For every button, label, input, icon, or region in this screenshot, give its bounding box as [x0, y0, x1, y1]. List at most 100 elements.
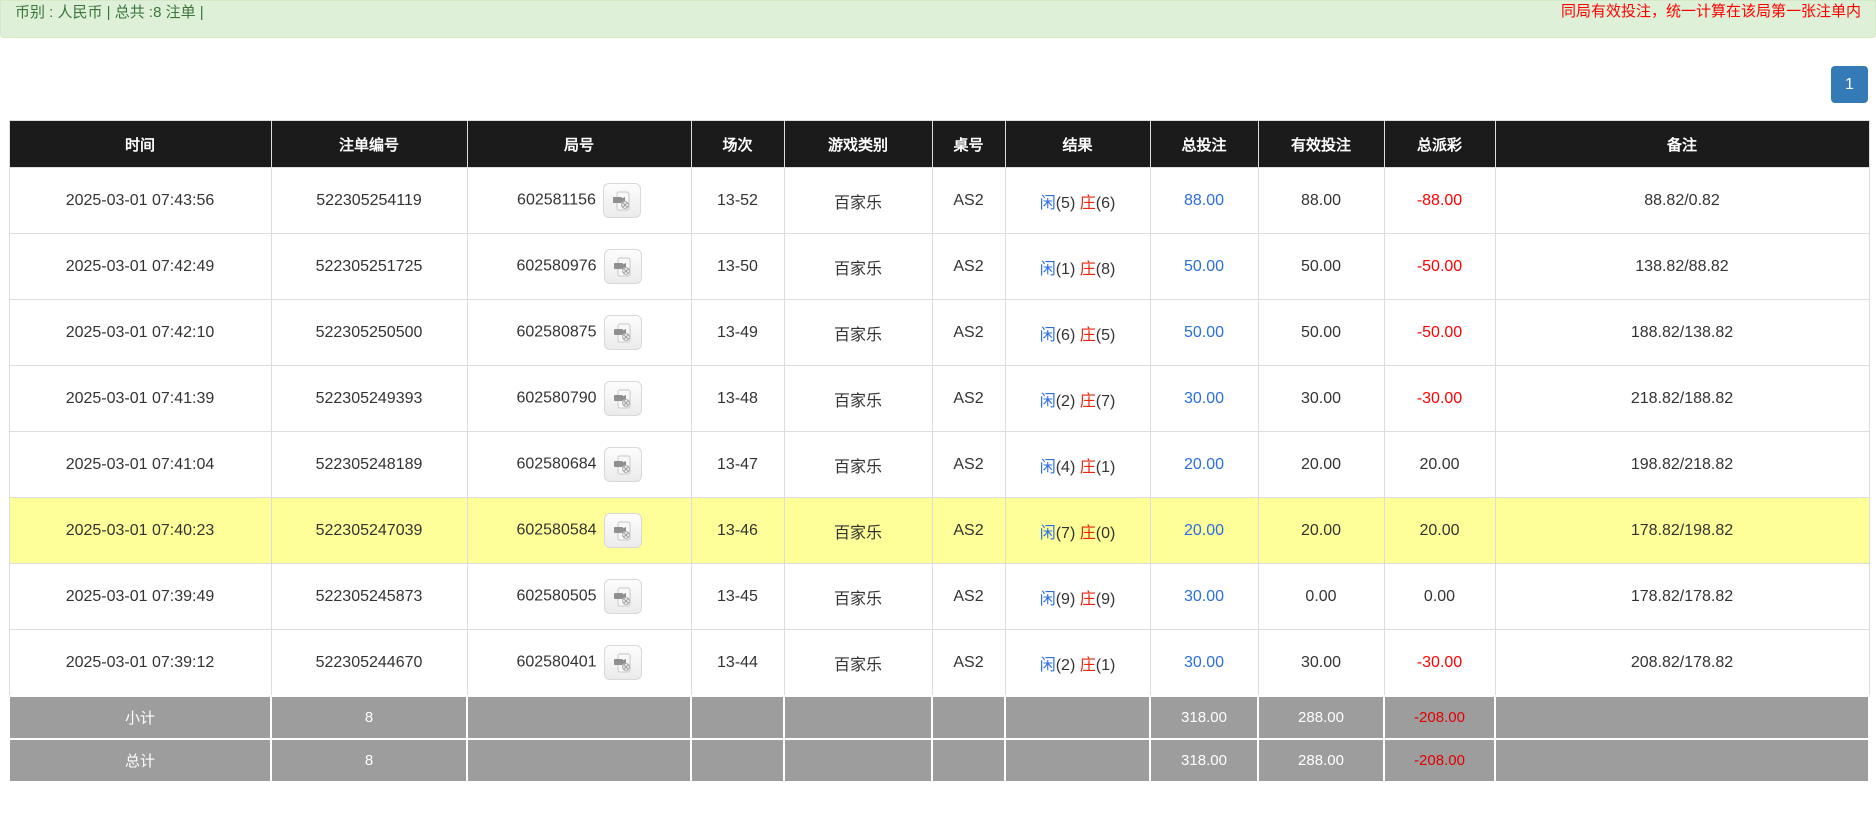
- game-type-cell: 百家乐: [784, 630, 932, 697]
- valid-bet-cell: 20.00: [1258, 498, 1384, 564]
- session-cell: 13-45: [691, 564, 784, 630]
- table-row: 2025-03-01 07:42:10 522305250500 6025808…: [9, 300, 1869, 366]
- column-header-3: 场次: [691, 121, 784, 168]
- payout-cell: 20.00: [1384, 432, 1495, 498]
- summary-row: 总计 8 318.00 288.00 -208.00: [9, 739, 1869, 782]
- same-round-notice-text: 同局有效投注，统一计算在该局第一张注单内: [1561, 2, 1861, 22]
- time-cell: 2025-03-01 07:42:10: [9, 300, 271, 366]
- session-cell: 13-48: [691, 366, 784, 432]
- session-cell: 13-49: [691, 300, 784, 366]
- round-number-cell: 602580505: [467, 564, 691, 630]
- column-header-8: 有效投注: [1258, 121, 1384, 168]
- round-number: 602580584: [516, 522, 596, 539]
- time-cell: 2025-03-01 07:42:49: [9, 234, 271, 300]
- round-number: 602580976: [516, 258, 596, 275]
- table-number-cell: AS2: [932, 630, 1005, 697]
- result-cell: 闲(2) 庄(1): [1005, 630, 1150, 697]
- payout-cell: -30.00: [1384, 366, 1495, 432]
- result-cell: 闲(5) 庄(6): [1005, 168, 1150, 234]
- video-replay-button[interactable]: [604, 579, 642, 614]
- currency-summary-text: 币别 : 人民币 | 总共 :8 注单 |: [15, 2, 204, 24]
- video-file-icon: [613, 653, 633, 673]
- banker-label: 庄: [1080, 525, 1096, 542]
- video-file-icon: [613, 587, 633, 607]
- round-number: 602580505: [516, 588, 596, 605]
- column-header-6: 结果: [1005, 121, 1150, 168]
- summary-count-cell: 8: [271, 696, 467, 739]
- video-file-icon: [612, 191, 632, 211]
- video-replay-button[interactable]: [604, 249, 642, 284]
- round-number: 602580684: [516, 456, 596, 473]
- player-label: 闲: [1040, 195, 1056, 212]
- bet-number-cell: 522305245873: [271, 564, 467, 630]
- total-bet-cell: 50.00: [1150, 234, 1258, 300]
- bet-number-cell: 522305249393: [271, 366, 467, 432]
- column-header-1: 注单编号: [271, 121, 467, 168]
- time-cell: 2025-03-01 07:39:12: [9, 630, 271, 697]
- payout-cell: -50.00: [1384, 300, 1495, 366]
- result-cell: 闲(6) 庄(5): [1005, 300, 1150, 366]
- result-cell: 闲(9) 庄(9): [1005, 564, 1150, 630]
- note-cell: 198.82/218.82: [1495, 432, 1869, 498]
- valid-bet-cell: 30.00: [1258, 630, 1384, 697]
- table-row: 2025-03-01 07:39:49 522305245873 6025805…: [9, 564, 1869, 630]
- total-bet-cell: 30.00: [1150, 630, 1258, 697]
- banker-label: 庄: [1080, 459, 1096, 476]
- payout-cell: -30.00: [1384, 630, 1495, 697]
- round-number: 602581156: [517, 192, 596, 209]
- table-number-cell: AS2: [932, 168, 1005, 234]
- banker-label: 庄: [1080, 195, 1096, 212]
- session-cell: 13-44: [691, 630, 784, 697]
- banker-label: 庄: [1080, 261, 1096, 278]
- round-number-cell: 602580976: [467, 234, 691, 300]
- result-cell: 闲(2) 庄(7): [1005, 366, 1150, 432]
- bet-number-cell: 522305254119: [271, 168, 467, 234]
- video-replay-button[interactable]: [604, 645, 642, 680]
- video-file-icon: [613, 257, 633, 277]
- table-number-cell: AS2: [932, 234, 1005, 300]
- banker-label: 庄: [1080, 393, 1096, 410]
- game-type-cell: 百家乐: [784, 366, 932, 432]
- total-bet-cell: 88.00: [1150, 168, 1258, 234]
- video-replay-button[interactable]: [604, 315, 642, 350]
- valid-bet-cell: 30.00: [1258, 366, 1384, 432]
- video-replay-button[interactable]: [604, 381, 642, 416]
- round-number-cell: 602580875: [467, 300, 691, 366]
- video-replay-button[interactable]: [604, 513, 642, 548]
- total-bet-cell: 30.00: [1150, 564, 1258, 630]
- bet-number-cell: 522305244670: [271, 630, 467, 697]
- player-label: 闲: [1040, 327, 1056, 344]
- bet-number-cell: 522305250500: [271, 300, 467, 366]
- total-bet-cell: 20.00: [1150, 432, 1258, 498]
- summary-payout-cell: -208.00: [1384, 739, 1495, 782]
- video-file-icon: [613, 389, 633, 409]
- table-number-cell: AS2: [932, 366, 1005, 432]
- summary-label-cell: 小计: [9, 696, 271, 739]
- table-number-cell: AS2: [932, 432, 1005, 498]
- video-file-icon: [613, 521, 633, 541]
- time-cell: 2025-03-01 07:41:39: [9, 366, 271, 432]
- session-cell: 13-52: [691, 168, 784, 234]
- note-cell: 188.82/138.82: [1495, 300, 1869, 366]
- summary-count-cell: 8: [271, 739, 467, 782]
- summary-valid-bet-cell: 288.00: [1258, 696, 1384, 739]
- total-bet-cell: 50.00: [1150, 300, 1258, 366]
- player-label: 闲: [1040, 525, 1056, 542]
- note-cell: 208.82/178.82: [1495, 630, 1869, 697]
- valid-bet-cell: 0.00: [1258, 564, 1384, 630]
- banker-label: 庄: [1080, 657, 1096, 674]
- player-label: 闲: [1040, 591, 1056, 608]
- banker-label: 庄: [1080, 591, 1096, 608]
- column-header-10: 备注: [1495, 121, 1869, 168]
- summary-row: 小计 8 318.00 288.00 -208.00: [9, 696, 1869, 739]
- banker-label: 庄: [1080, 327, 1096, 344]
- table-number-cell: AS2: [932, 498, 1005, 564]
- video-file-icon: [613, 323, 633, 343]
- column-header-0: 时间: [9, 121, 271, 168]
- time-cell: 2025-03-01 07:40:23: [9, 498, 271, 564]
- video-replay-button[interactable]: [604, 447, 642, 482]
- summary-label-cell: 总计: [9, 739, 271, 782]
- video-replay-button[interactable]: [603, 183, 641, 218]
- page-1-button[interactable]: 1: [1831, 66, 1868, 103]
- summary-total-bet-cell: 318.00: [1150, 739, 1258, 782]
